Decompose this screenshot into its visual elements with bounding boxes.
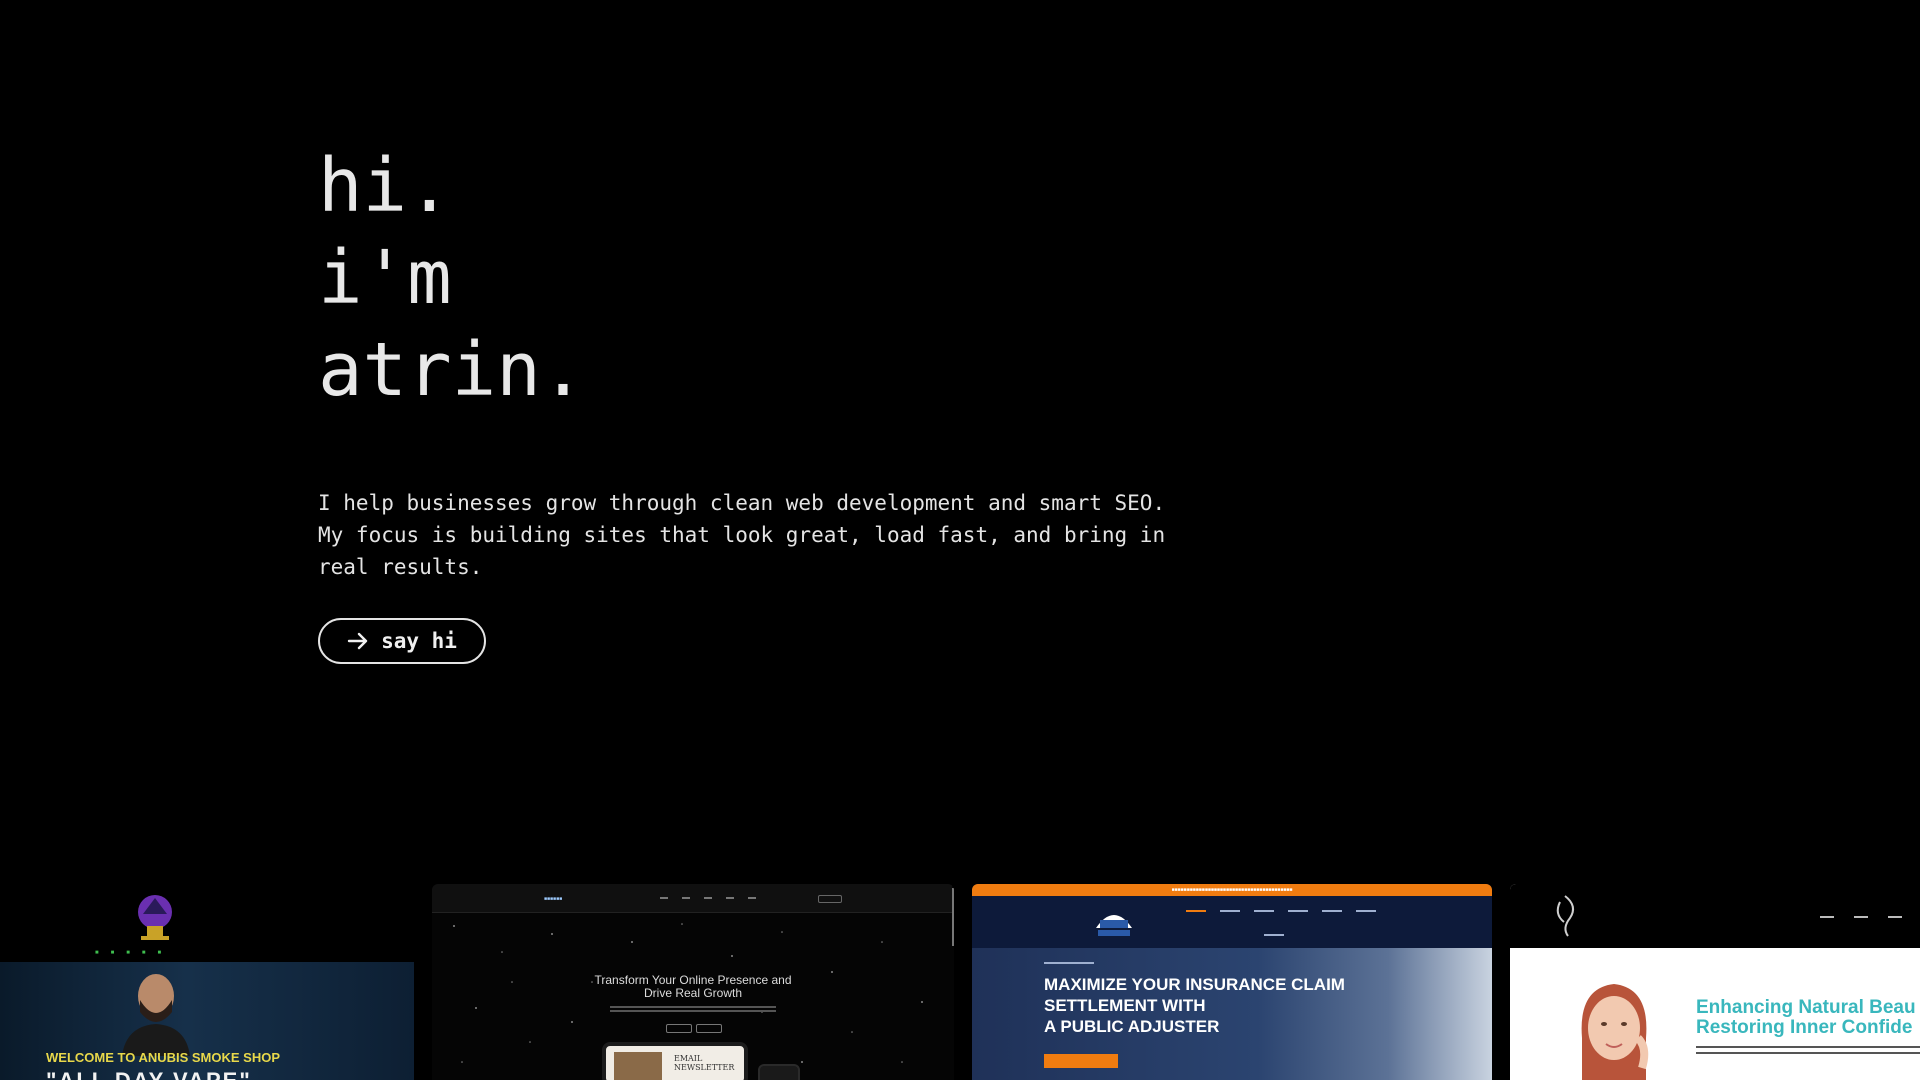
insurance-topbar: ■■■■■■■■■■■■■■■■■■■■■■■■■■■■■■■■■■■■■■■■	[972, 884, 1492, 896]
agency-buttons	[666, 1024, 722, 1033]
portfolio-card-insurance[interactable]: ■■■■■■■■■■■■■■■■■■■■■■■■■■■■■■■■■■■■■■■■…	[972, 884, 1492, 1080]
insurance-kicker	[1044, 962, 1094, 964]
say-hi-label: say hi	[381, 629, 457, 653]
portfolio-card-beauty[interactable]: Enhancing Natural Beau Restoring Inner C…	[1510, 884, 1920, 1080]
anubis-logo-icon	[138, 895, 172, 940]
insurance-header	[972, 896, 1492, 948]
woman-photo	[1581, 984, 1649, 1080]
agency-headline: Transform Your Online Presence and Drive…	[594, 973, 792, 1000]
beauty-logo-icon	[1556, 895, 1575, 937]
hero: hi. i'm atrin.	[318, 140, 1218, 416]
greeting-line-hi: hi.	[318, 143, 452, 229]
hero-greeting: hi. i'm atrin.	[318, 140, 1218, 416]
greeting-line-name: atrin.	[318, 327, 586, 413]
insurance-cta	[1044, 1054, 1118, 1068]
portfolio-card-anubis[interactable]: ■■■■■ WELCOME TO ANUBIS SMOKE SHOP "ALL …	[0, 884, 414, 1080]
agency-brand: ■■■■■■	[544, 896, 563, 902]
person-photo	[122, 974, 190, 1056]
greeting-line-im: i'm	[318, 235, 452, 321]
agency-nav-links	[660, 897, 756, 899]
portfolio-card-agency[interactable]: ■■■■■■ Transform Your Online Presence an…	[432, 884, 954, 1080]
phone-mockup	[758, 1064, 800, 1080]
beauty-nav	[1820, 916, 1920, 918]
anubis-welcome-text: WELCOME TO ANUBIS SMOKE SHOP	[46, 1050, 281, 1065]
portfolio-strip: ■■■■■ WELCOME TO ANUBIS SMOKE SHOP "ALL …	[0, 884, 1920, 1080]
tablet-image	[614, 1052, 662, 1080]
intro-paragraph: I help businesses grow through clean web…	[318, 491, 1166, 579]
arrow-right-icon	[347, 632, 368, 650]
insurance-logo-icon	[1096, 915, 1132, 936]
insurance-nav-extra	[1264, 934, 1284, 936]
beauty-title: Enhancing Natural Beau Restoring Inner C…	[1696, 997, 1916, 1038]
anubis-headline: "ALL DAY VAPE"	[46, 1068, 252, 1080]
agency-subtext	[610, 1006, 776, 1016]
scroll-edge	[952, 888, 954, 946]
insurance-title: MAXIMIZE YOUR INSURANCE CLAIM SETTLEMENT…	[1044, 975, 1345, 1036]
beauty-description	[1696, 1046, 1920, 1058]
say-hi-button[interactable]: say hi	[318, 618, 486, 664]
tablet-text: EMAIL NEWSLETTER	[674, 1054, 735, 1072]
insurance-nav	[1186, 910, 1376, 912]
agency-nav-button	[818, 895, 842, 903]
tablet-mockup: EMAIL NEWSLETTER	[602, 1042, 748, 1080]
anubis-nav: ■ ■ ■ ■ ■	[95, 950, 162, 956]
